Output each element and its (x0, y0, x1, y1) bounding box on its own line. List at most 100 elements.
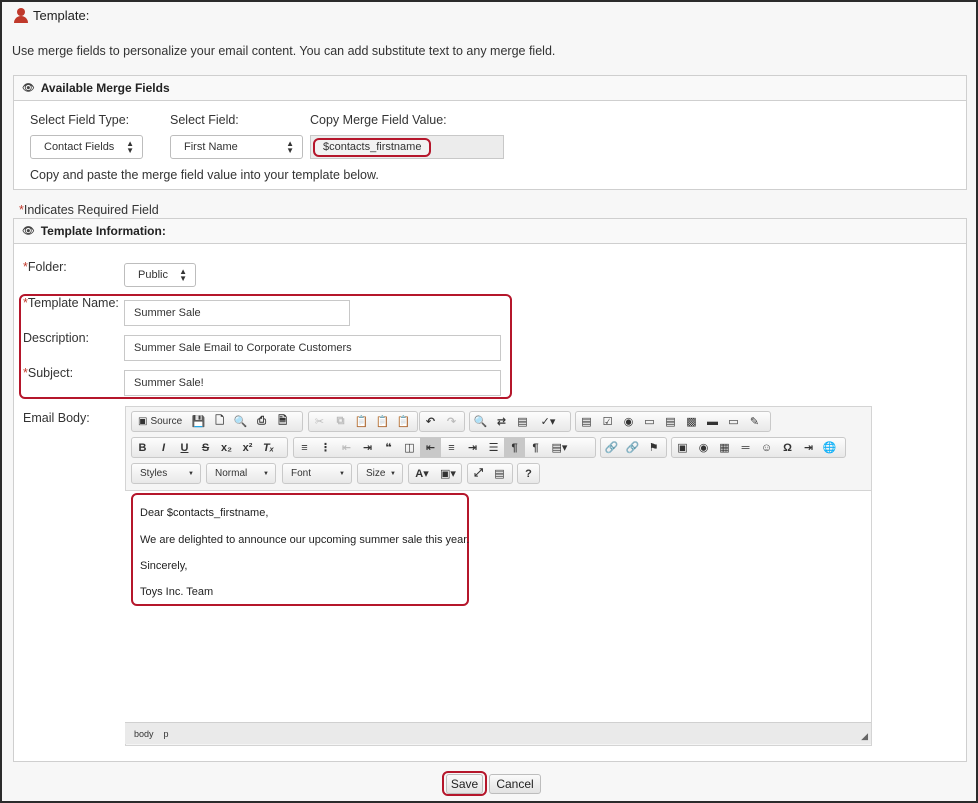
preview-icon[interactable]: 🔍 (230, 412, 251, 431)
help-icon[interactable]: ? (518, 464, 539, 483)
print-icon[interactable]: ⎙ (251, 412, 272, 431)
blockquote-icon[interactable]: ❝ (378, 438, 399, 457)
textfield-icon[interactable]: ▭ (639, 412, 660, 431)
image-button-icon[interactable]: ▭ (723, 412, 744, 431)
remove-format-icon[interactable]: Tₓ (258, 438, 279, 457)
rtl-icon[interactable]: ¶ (525, 438, 546, 457)
replace-icon[interactable]: ⇄ (491, 412, 512, 431)
cancel-button[interactable]: Cancel (489, 774, 541, 794)
italic-icon[interactable]: I (153, 438, 174, 457)
unlink-icon[interactable]: 🔗 (622, 438, 643, 457)
redo-icon[interactable]: ↷ (441, 412, 462, 431)
horizontal-line-icon[interactable]: ═ (735, 438, 756, 457)
paste-word-icon[interactable]: 📋 (393, 412, 414, 431)
styles-combo[interactable]: Styles ▼ (131, 463, 201, 484)
strikethrough-icon[interactable]: S (195, 438, 216, 457)
template-info-header[interactable]: 👁 Template Information: (14, 219, 966, 244)
align-left-icon[interactable]: ⇤ (420, 438, 441, 457)
merge-fields-header[interactable]: 👁 Available Merge Fields (14, 76, 966, 101)
numbered-list-icon[interactable]: ≡ (294, 438, 315, 457)
size-combo[interactable]: Size ▼ (357, 463, 403, 484)
source-button[interactable]: ▣ Source (132, 412, 188, 431)
select-arrows-icon: ▲ ▼ (286, 139, 294, 155)
indent-icon[interactable]: ⇥ (357, 438, 378, 457)
text-color-icon[interactable]: A▾ (409, 464, 435, 483)
path-p[interactable]: p (164, 729, 169, 739)
anchor-icon[interactable]: ⚑ (643, 438, 664, 457)
align-center-icon[interactable]: ≡ (441, 438, 462, 457)
merge-value-field[interactable]: $contacts_firstname (310, 135, 504, 159)
resize-grip-icon[interactable]: ◢ (861, 731, 868, 742)
field-label: Select Field: (170, 113, 239, 127)
toolbar-colors-group: A▾ ▣▾ (408, 463, 462, 484)
toolbar-clipboard-group: ✂ ⧉ 📋 📋 📋 (308, 411, 418, 432)
link-icon[interactable]: 🔗 (601, 438, 622, 457)
path-body[interactable]: body (134, 729, 154, 739)
special-char-icon[interactable]: Ω (777, 438, 798, 457)
find-icon[interactable]: 🔍 (470, 412, 491, 431)
radio-icon[interactable]: ◉ (618, 412, 639, 431)
maximize-icon[interactable]: ⤢ (468, 464, 489, 483)
bold-icon[interactable]: B (132, 438, 153, 457)
smiley-icon[interactable]: ☺ (756, 438, 777, 457)
hidden-field-icon[interactable]: ✎ (744, 412, 765, 431)
chevron-down-icon: ▼ (263, 471, 269, 477)
button-field-icon[interactable]: ▬ (702, 412, 723, 431)
table-icon[interactable]: ▦ (714, 438, 735, 457)
underline-icon[interactable]: U (174, 438, 195, 457)
page-break-icon[interactable]: ⇥ (798, 438, 819, 457)
paste-icon[interactable]: 📋 (351, 412, 372, 431)
show-blocks-icon[interactable]: ▤ (489, 464, 510, 483)
format-combo[interactable]: Normal ▼ (206, 463, 276, 484)
align-right-icon[interactable]: ⇥ (462, 438, 483, 457)
folder-select[interactable]: Public ▲ ▼ (124, 263, 196, 287)
spellcheck-icon[interactable]: ✓▾ (533, 412, 563, 431)
subscript-icon[interactable]: x₂ (216, 438, 237, 457)
template-name-input[interactable]: Summer Sale (124, 300, 350, 326)
templates-icon[interactable]: 🗎 (272, 412, 293, 431)
iframe-icon[interactable]: 🌐 (819, 438, 840, 457)
form-icon[interactable]: ▤ (576, 412, 597, 431)
select-all-icon[interactable]: ▤ (512, 412, 533, 431)
bg-color-icon[interactable]: ▣▾ (435, 464, 461, 483)
toolbar-basic-styles-group: B I U S x₂ x² Tₓ (131, 437, 288, 458)
save-doc-icon[interactable]: 💾 (188, 412, 209, 431)
required-note: *Indicates Required Field (19, 203, 159, 217)
select-field-icon[interactable]: ▩ (681, 412, 702, 431)
flash-icon[interactable]: ◉ (693, 438, 714, 457)
superscript-icon[interactable]: x² (237, 438, 258, 457)
select-arrows-icon: ▲ ▼ (179, 267, 187, 283)
undo-icon[interactable]: ↶ (420, 412, 441, 431)
eye-icon: 👁 (22, 225, 35, 237)
ltr-icon[interactable]: ¶ (504, 438, 525, 457)
description-input[interactable]: Summer Sale Email to Corporate Customers (124, 335, 501, 361)
textarea-icon[interactable]: ▤ (660, 412, 681, 431)
body-line-message: We are delighted to announce our upcomin… (140, 534, 470, 546)
div-container-icon[interactable]: ◫ (399, 438, 420, 457)
font-label: Font (291, 468, 312, 479)
copy-icon[interactable]: ⧉ (330, 412, 351, 431)
body-line-signature: Toys Inc. Team (140, 586, 214, 598)
image-icon[interactable]: ▣ (672, 438, 693, 457)
outdent-icon[interactable]: ⇤ (336, 438, 357, 457)
merge-value-token[interactable]: $contacts_firstname (313, 138, 432, 157)
field-select[interactable]: First Name ▲ ▼ (170, 135, 303, 159)
field-type-select[interactable]: Contact Fields ▲ ▼ (30, 135, 143, 159)
font-combo[interactable]: Font ▼ (282, 463, 352, 484)
checkbox-icon[interactable]: ☑ (597, 412, 618, 431)
subject-label-text: Subject: (27, 366, 74, 380)
bulleted-list-icon[interactable]: ⋮ (315, 438, 336, 457)
source-label: Source (150, 416, 183, 427)
new-page-icon[interactable]: 🗋 (209, 412, 230, 431)
paste-text-icon[interactable]: 📋 (372, 412, 393, 431)
merge-fields-title: Available Merge Fields (40, 81, 170, 95)
cut-icon[interactable]: ✂ (309, 412, 330, 431)
folder-value: Public (138, 269, 168, 281)
chevron-down-icon: ▼ (188, 471, 194, 477)
save-button[interactable]: Save (446, 774, 483, 794)
justify-icon[interactable]: ☰ (483, 438, 504, 457)
toolbar-find-group: 🔍 ⇄ ▤ ✓▾ (469, 411, 571, 432)
subject-input[interactable]: Summer Sale! (124, 370, 501, 396)
language-icon[interactable]: ▤▾ (546, 438, 573, 457)
body-line-greeting: Dear $contacts_firstname, (140, 507, 269, 519)
